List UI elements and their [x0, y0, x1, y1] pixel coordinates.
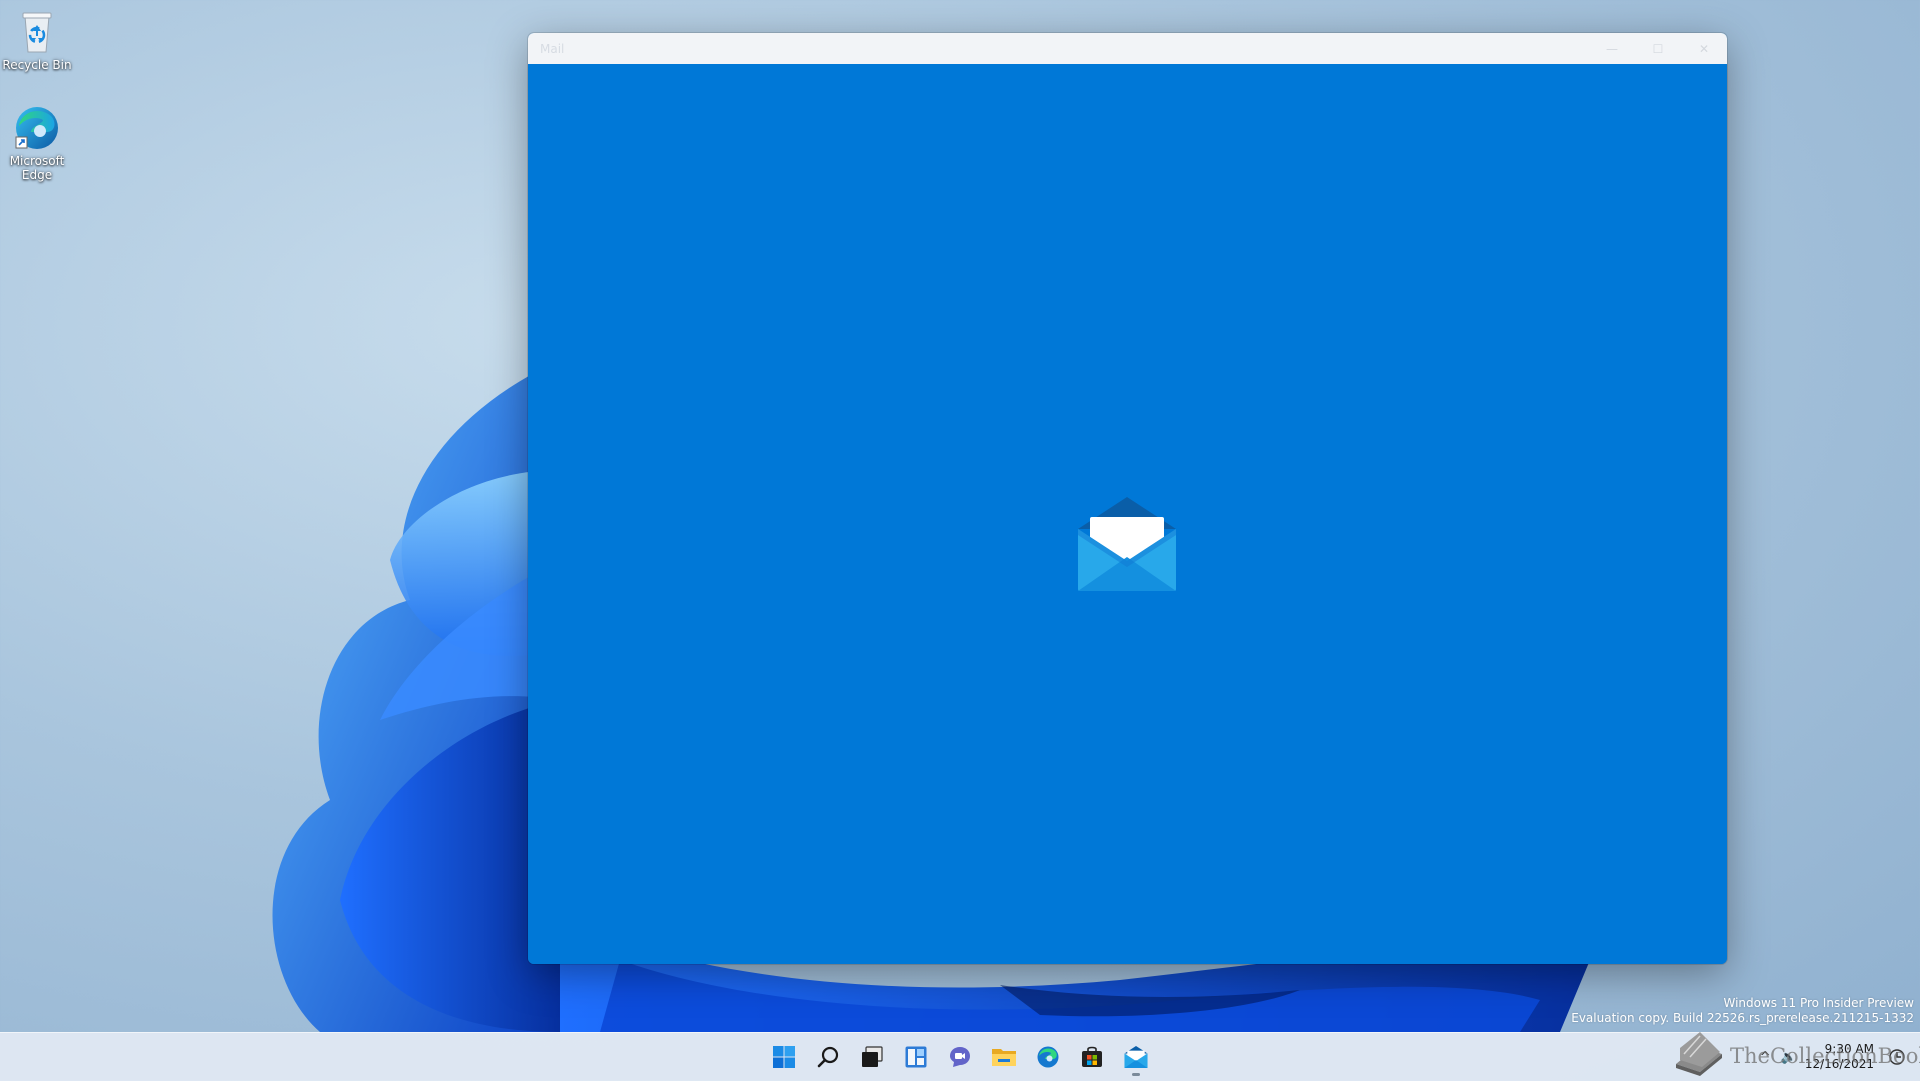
desktop-icon-label: Recycle Bin	[2, 58, 72, 72]
window-controls: — ☐ ✕	[1589, 33, 1727, 64]
clock-date: 12/16/2021	[1804, 1057, 1874, 1071]
taskbar-apps	[764, 1033, 1156, 1081]
minimize-button[interactable]: —	[1589, 33, 1635, 64]
mail-envelope-icon	[1078, 497, 1176, 591]
window-title: Mail	[540, 41, 565, 56]
store-icon	[1082, 1046, 1102, 1067]
desktop-icon-recycle-bin[interactable]: Recycle Bin	[0, 8, 74, 72]
widgets-button[interactable]	[896, 1037, 936, 1077]
teams-chat-button[interactable]	[940, 1037, 980, 1077]
recycle-bin-icon	[13, 8, 61, 56]
watermark-line-2: Evaluation copy. Build 22526.rs_prerelea…	[1571, 1011, 1914, 1025]
mail-taskbar-button[interactable]	[1116, 1037, 1156, 1077]
edge-icon	[13, 104, 61, 152]
mail-icon	[1124, 1045, 1148, 1069]
task-view-icon	[862, 1046, 883, 1067]
store-button[interactable]	[1072, 1037, 1112, 1077]
evaluation-watermark: Windows 11 Pro Insider Preview Evaluatio…	[1571, 996, 1914, 1026]
clock-time: 9:30 AM	[1824, 1042, 1874, 1056]
start-icon	[773, 1046, 795, 1068]
taskbar: ^ 🔈 9:30 AM 12/16/2021	[0, 1032, 1920, 1081]
task-view-button[interactable]	[852, 1037, 892, 1077]
file-explorer-icon	[992, 1049, 1016, 1066]
taskbar-clock[interactable]: 9:30 AM 12/16/2021	[1805, 1042, 1874, 1072]
window-titlebar[interactable]: Mail — ☐ ✕	[528, 33, 1727, 64]
maximize-button[interactable]: ☐	[1635, 33, 1681, 64]
splash-screen	[528, 64, 1727, 964]
edge-taskbar-button[interactable]	[1028, 1037, 1068, 1077]
system-tray: ^ 🔈 9:30 AM 12/16/2021	[1760, 1033, 1920, 1081]
search-button[interactable]	[808, 1037, 848, 1077]
edge-icon	[1037, 1046, 1059, 1068]
file-explorer-button[interactable]	[984, 1037, 1024, 1077]
mail-window[interactable]: Mail — ☐ ✕	[528, 33, 1727, 964]
close-button[interactable]: ✕	[1681, 33, 1727, 64]
tray-icons: ^ 🔈	[1760, 1050, 1797, 1065]
volume-icon[interactable]: 🔈	[1781, 1050, 1797, 1065]
teams-chat-icon	[950, 1047, 970, 1067]
start-button[interactable]	[764, 1037, 804, 1077]
tray-overflow-button[interactable]: ^	[1760, 1050, 1771, 1065]
desktop-icon-microsoft-edge[interactable]: Microsoft Edge	[0, 104, 74, 182]
search-icon	[817, 1046, 839, 1068]
notification-icon[interactable]	[1886, 1046, 1908, 1068]
widgets-icon	[905, 1046, 927, 1068]
desktop-icon-label: Microsoft Edge	[9, 154, 65, 182]
watermark-line-1: Windows 11 Pro Insider Preview	[1723, 996, 1914, 1010]
